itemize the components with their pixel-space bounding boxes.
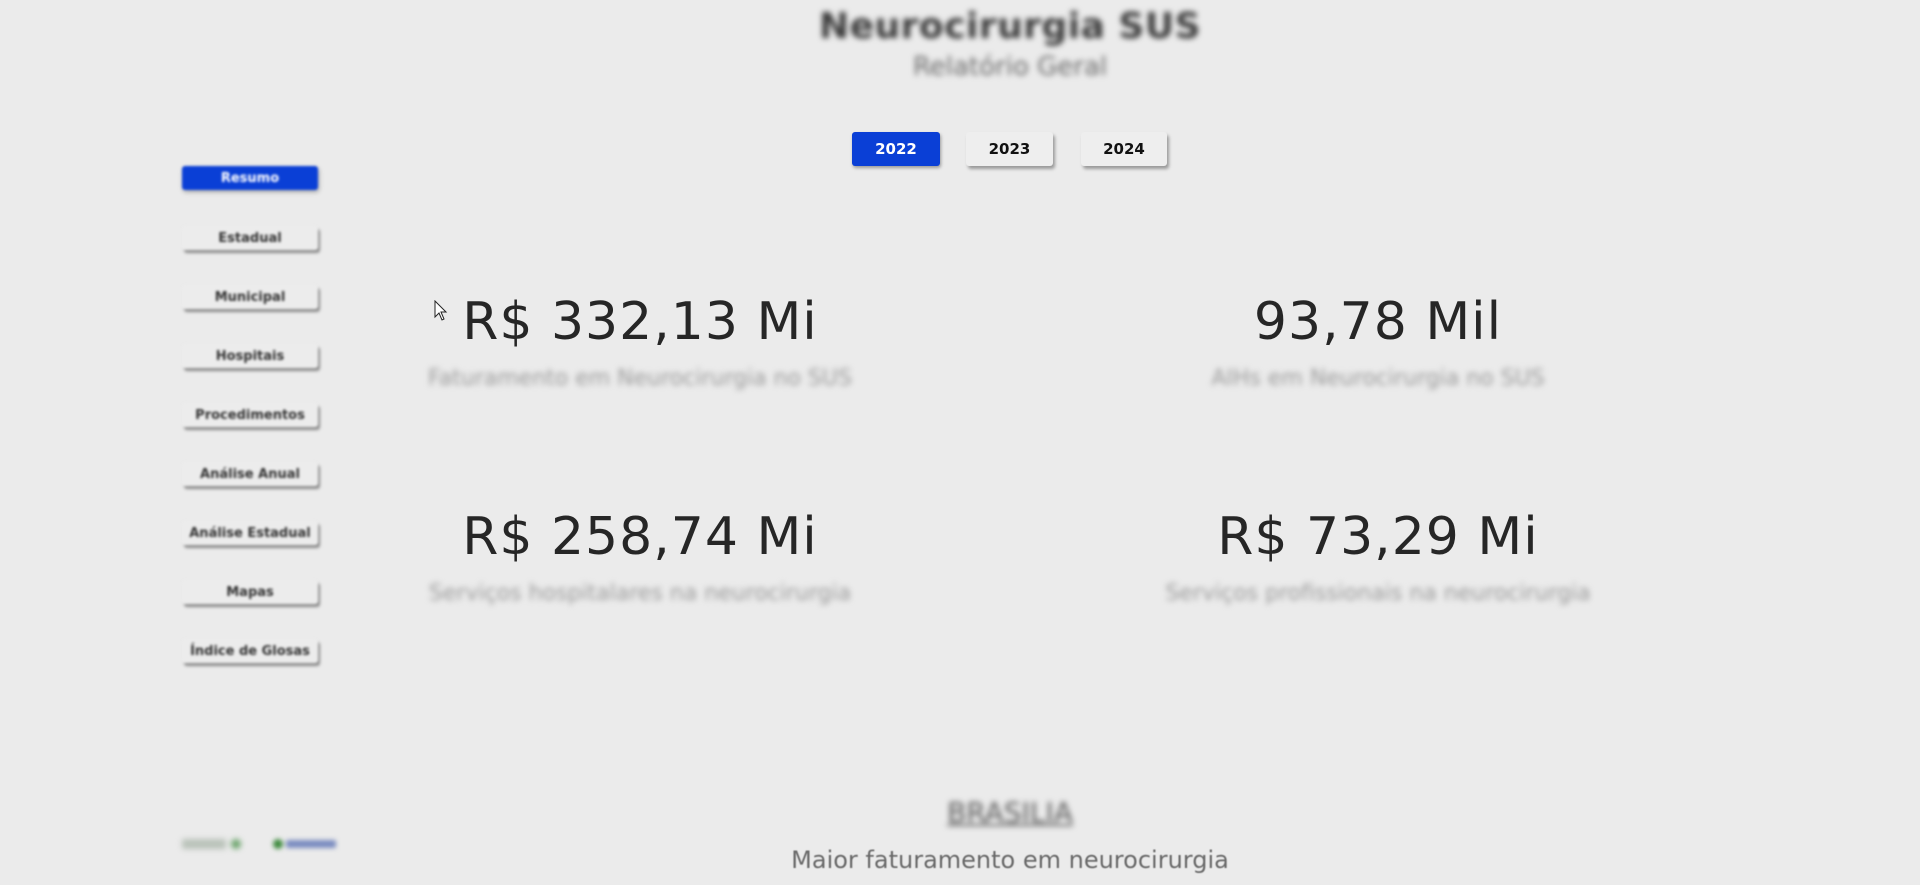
kpi-faturamento: R$ 332,13 Mi Faturamento em Neurocirurgi… <box>390 292 890 391</box>
sidebar-item-analise-anual[interactable]: Análise Anual <box>182 462 318 486</box>
sidebar-item-municipal[interactable]: Municipal <box>182 285 318 309</box>
year-button-2022[interactable]: 2022 <box>852 132 940 166</box>
kpi-label: AIHs em Neurocirurgia no SUS <box>1211 366 1545 391</box>
year-button-2023[interactable]: 2023 <box>966 132 1053 166</box>
kpi-servicos-hospitalares: R$ 258,74 Mi Serviços hospitalares na ne… <box>390 507 890 606</box>
sidebar-item-procedimentos[interactable]: Procedimentos <box>182 403 318 427</box>
logo-icon <box>182 839 241 849</box>
kpi-label: Faturamento em Neurocirurgia no SUS <box>428 366 852 391</box>
sidebar-item-hospitais[interactable]: Hospitais <box>182 344 318 368</box>
mouse-cursor-icon <box>434 300 448 321</box>
sidebar-item-resumo[interactable]: Resumo <box>182 166 318 190</box>
kpi-value: R$ 332,13 Mi <box>462 292 818 352</box>
page-title: Neurocirurgia SUS <box>819 6 1201 47</box>
kpi-value: R$ 258,74 Mi <box>462 507 818 567</box>
kpi-aihs: 93,78 Mil AIHs em Neurocirurgia no SUS <box>1128 292 1628 391</box>
kpi-label: Serviços hospitalares na neurocirurgia <box>428 581 852 606</box>
sidebar-item-estadual[interactable]: Estadual <box>182 226 318 250</box>
report-page: Neurocirurgia SUS Relatório Geral 2022 2… <box>0 0 1920 885</box>
page-subtitle: Relatório Geral <box>912 52 1108 82</box>
kpi-servicos-profissionais: R$ 73,29 Mi Serviços profissionais na ne… <box>1128 507 1628 606</box>
kpi-value: 93,78 Mil <box>1253 292 1503 352</box>
sidebar-item-indice-glosas[interactable]: Índice de Glosas <box>182 639 318 663</box>
kpi-value: R$ 73,29 Mi <box>1217 507 1539 567</box>
top-city-caption: Maior faturamento em neurocirurgia <box>791 846 1229 874</box>
logo-icon <box>273 839 336 849</box>
sidebar-item-mapas[interactable]: Mapas <box>182 580 318 604</box>
sidebar-item-analise-estadual[interactable]: Análise Estadual <box>182 521 318 545</box>
top-city: BRASILIA <box>947 796 1073 829</box>
kpi-label: Serviços profissionais na neurocirurgia <box>1165 581 1591 606</box>
year-button-2024[interactable]: 2024 <box>1081 132 1167 166</box>
